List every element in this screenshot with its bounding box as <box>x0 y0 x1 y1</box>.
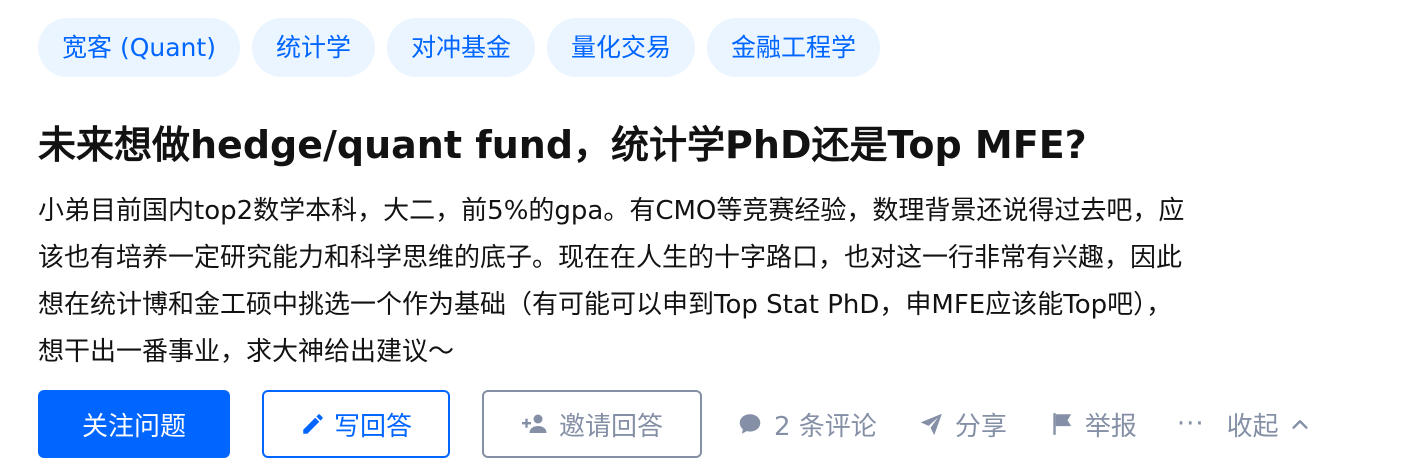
flag-icon <box>1049 410 1075 438</box>
topic-tag[interactable]: 对冲基金 <box>386 18 535 77</box>
question-actions: 关注问题 写回答 邀请回答 2 条评论 分享 举报 ··· 收起 <box>38 390 1311 458</box>
write-answer-label: 写回答 <box>333 411 412 442</box>
topic-tags: 宽客 (Quant) 统计学 对冲基金 量化交易 金融工程学 <box>38 18 881 77</box>
report-label: 举报 <box>1084 411 1137 442</box>
add-user-icon <box>521 411 549 437</box>
topic-tag[interactable]: 统计学 <box>251 18 375 77</box>
share-button[interactable]: 分享 <box>917 406 1007 443</box>
paper-plane-icon <box>917 411 945 437</box>
chevron-up-icon <box>1289 413 1311 435</box>
pencil-icon <box>300 411 326 437</box>
follow-question-label: 关注问题 <box>81 411 186 442</box>
comment-bubble-icon <box>736 411 764 437</box>
question-detail-line: 小弟目前国内top2数学本科，大二，前5%的gpa。有CMO等竞赛经验，数理背景… <box>38 196 1185 226</box>
more-label: ··· <box>1176 409 1205 439</box>
topic-tag[interactable]: 宽客 (Quant) <box>38 18 240 77</box>
question-detail-line: 该也有培养一定研究能力和科学思维的底子。现在在人生的十字路口，也对这一行非常有兴… <box>38 243 1183 273</box>
invite-answer-button[interactable]: 邀请回答 <box>482 390 702 458</box>
more-options-button[interactable]: ··· <box>1177 409 1205 439</box>
invite-answer-label: 邀请回答 <box>558 411 663 442</box>
write-answer-button[interactable]: 写回答 <box>262 390 450 458</box>
report-button[interactable]: 举报 <box>1049 406 1137 443</box>
collapse-button[interactable]: 收起 <box>1227 406 1311 443</box>
question-detail-line: 想在统计博和金工硕中挑选一个作为基础（有可能可以申到Top Stat PhD，申… <box>38 290 1173 320</box>
collapse-label: 收起 <box>1226 411 1279 442</box>
question-detail: 小弟目前国内top2数学本科，大二，前5%的gpa。有CMO等竞赛经验，数理背景… <box>38 188 1368 376</box>
question-title: 未来想做hedge/quant fund，统计学PhD还是Top MFE? <box>38 123 1087 167</box>
question-detail-line: 想干出一番事业，求大神给出建议～ <box>38 337 455 367</box>
share-label: 分享 <box>954 411 1007 442</box>
topic-tag[interactable]: 量化交易 <box>546 18 695 77</box>
topic-tag[interactable]: 金融工程学 <box>707 18 881 77</box>
comments-button[interactable]: 2 条评论 <box>736 406 877 443</box>
follow-question-button[interactable]: 关注问题 <box>38 390 230 458</box>
comments-label: 2 条评论 <box>774 411 877 442</box>
